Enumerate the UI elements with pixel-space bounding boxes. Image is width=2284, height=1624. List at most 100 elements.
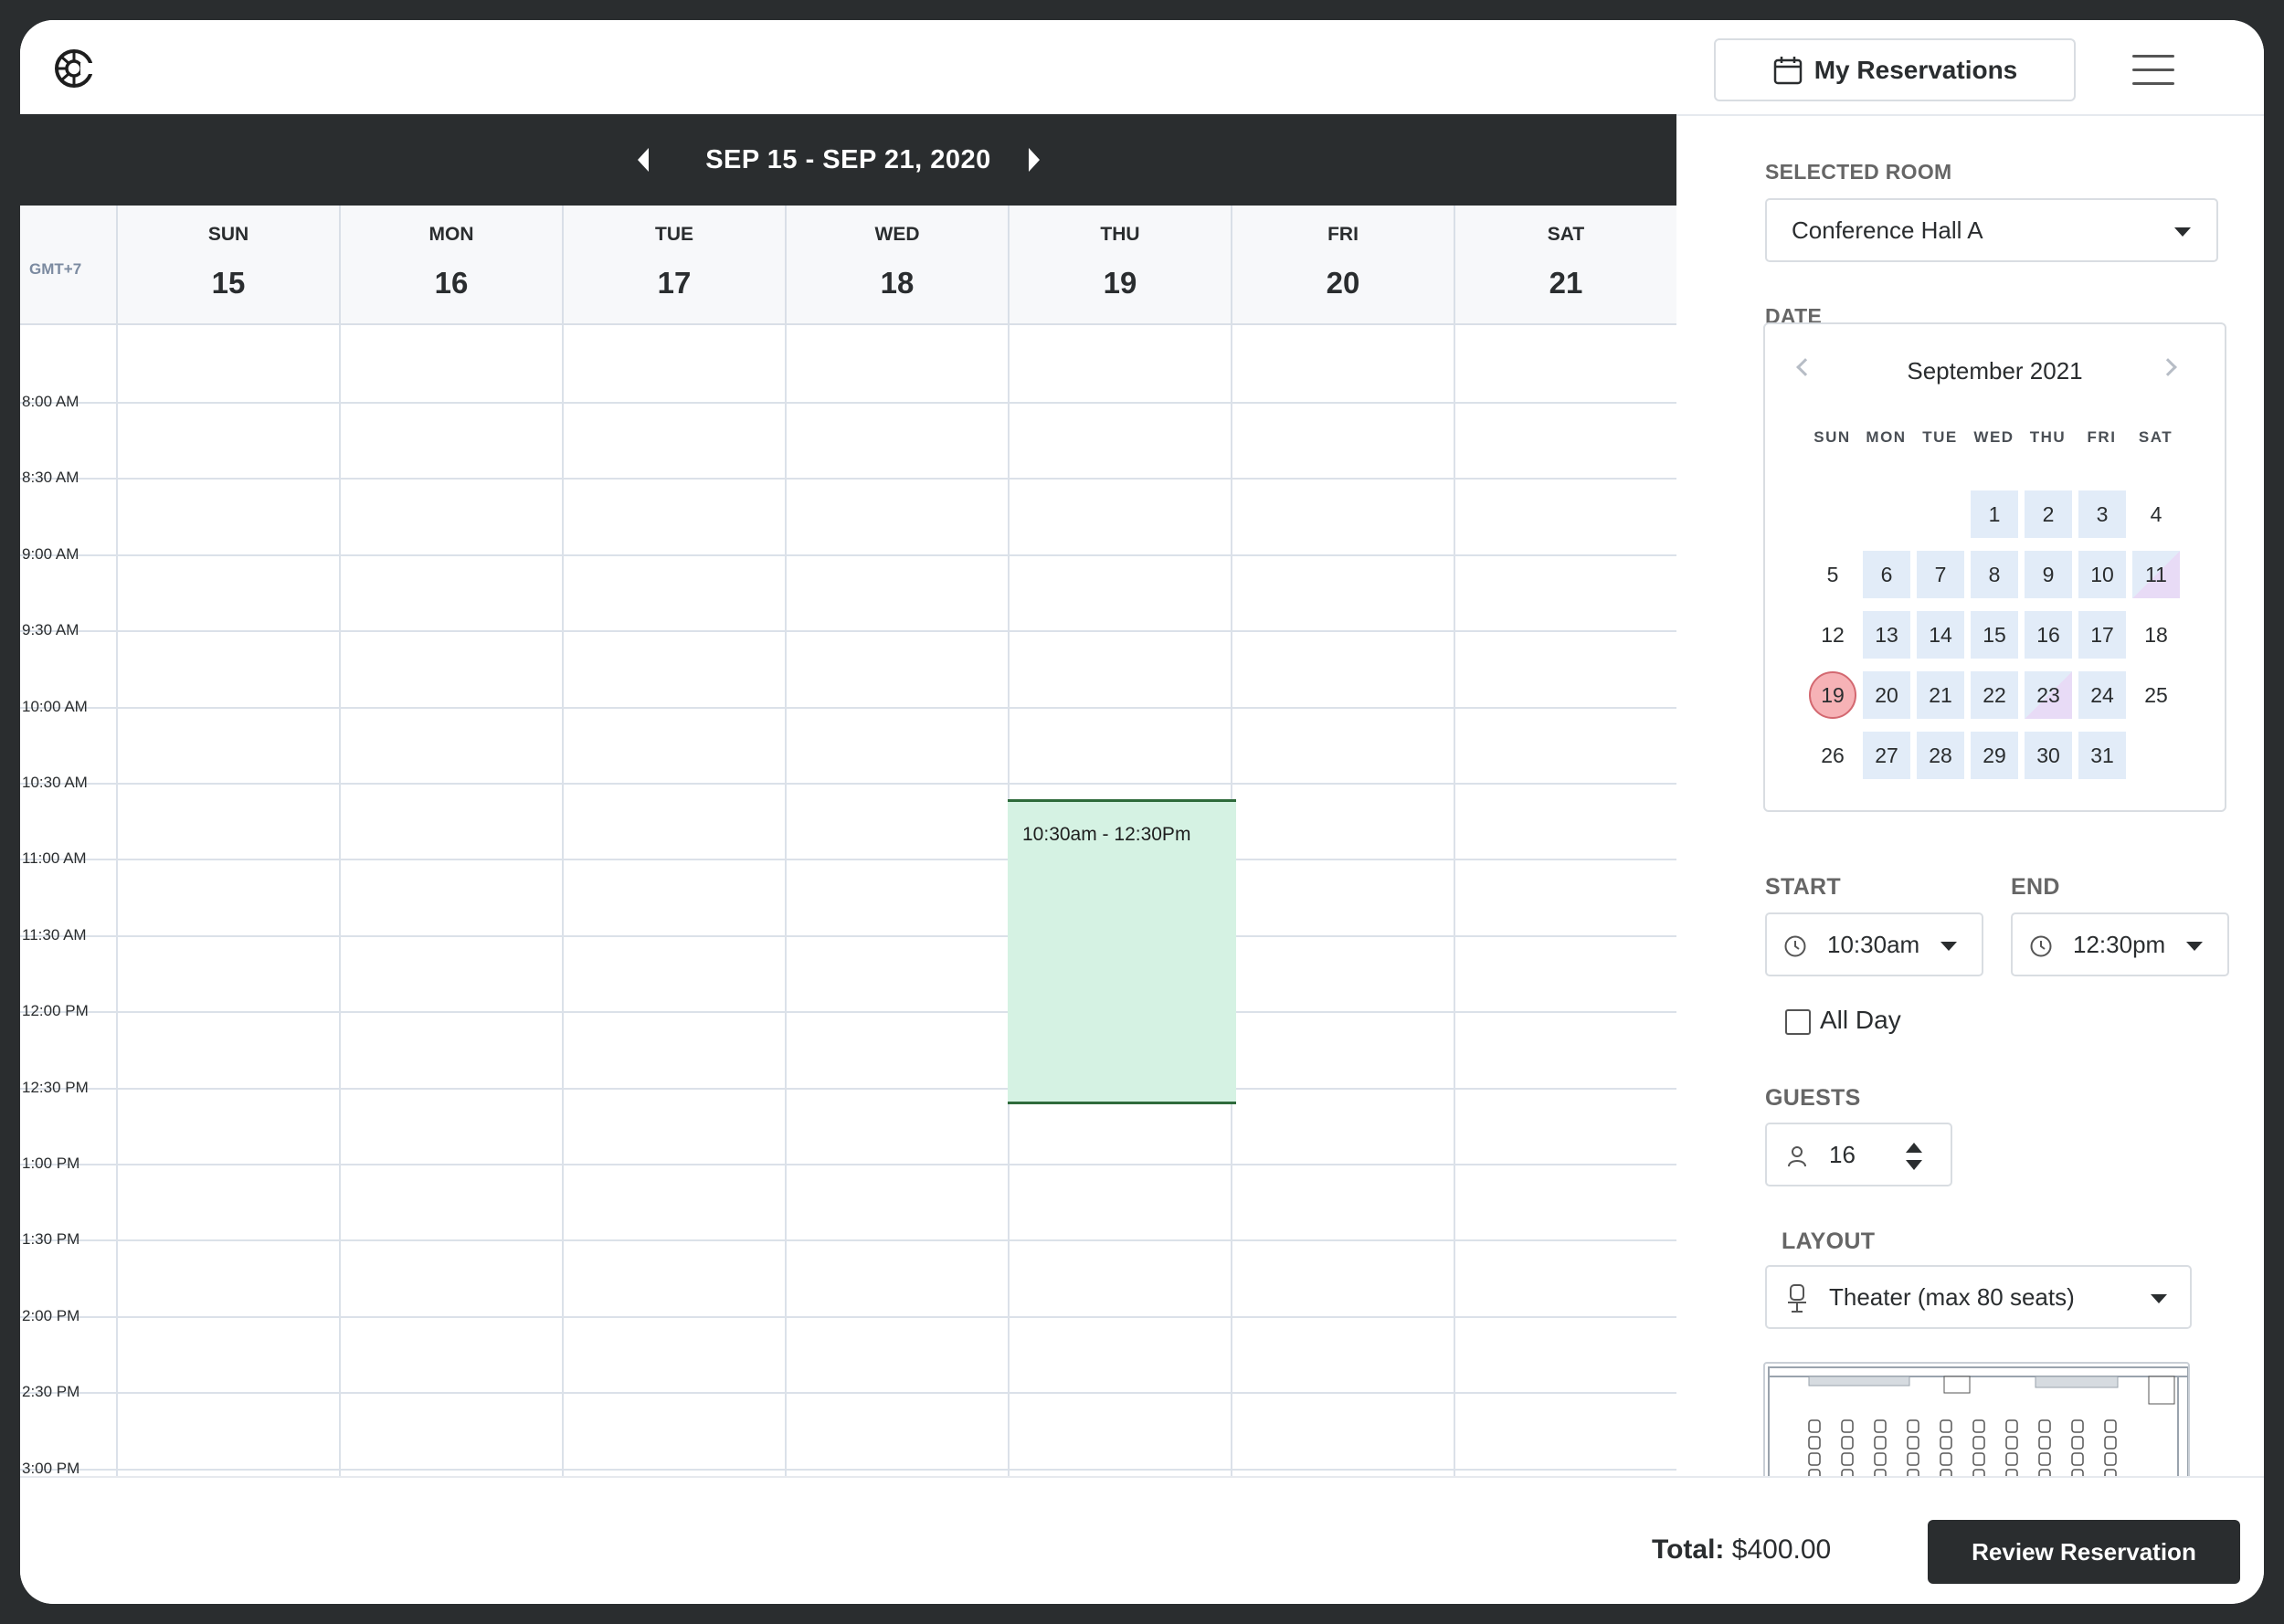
calendar-day[interactable]: 28 <box>1917 732 1964 779</box>
grid-row-line <box>20 859 1676 860</box>
weekday-header: THU <box>2029 428 2067 446</box>
menu-icon[interactable] <box>2132 51 2174 88</box>
start-time-value: 10:30am <box>1827 930 1920 958</box>
calendar-day-number: 22 <box>1983 682 2006 707</box>
calendar-icon <box>1773 56 1802 84</box>
end-label: END <box>2011 874 2060 900</box>
date-picker: September 2021 SUN MON TUE WED THU FRI SAT 1 2 3 4… <box>1763 322 2226 812</box>
time-label: 11:30 AM <box>22 926 87 944</box>
calendar-day[interactable]: 20 <box>1863 671 1910 719</box>
calendar-day[interactable]: 13 <box>1863 611 1910 659</box>
layout-select[interactable]: Theater (max 80 seats) <box>1765 1265 2192 1329</box>
calendar-day[interactable]: 21 <box>1917 671 1964 719</box>
grid-row-line <box>20 402 1676 404</box>
grid-row-line <box>20 1164 1676 1165</box>
stepper-arrows-icon[interactable] <box>1904 1141 1924 1172</box>
time-label: 8:30 AM <box>22 469 79 486</box>
calendar-day[interactable]: 11 <box>2132 551 2180 598</box>
calendar-day[interactable]: 31 <box>2078 732 2126 779</box>
calendar-day[interactable]: 2 <box>2025 490 2072 538</box>
reservation-event[interactable]: 10:30am - 12:30Pm <box>1008 799 1236 1104</box>
calendar-day[interactable]: 17 <box>2078 611 2126 659</box>
calendar-day[interactable]: 29 <box>1971 732 2018 779</box>
grid-row-line <box>20 1469 1676 1471</box>
start-label: START <box>1765 874 1841 900</box>
time-label: 12:30 PM <box>22 1079 89 1096</box>
room-select[interactable]: Conference Hall A <box>1765 198 2218 262</box>
start-time-select[interactable]: 10:30am <box>1765 912 1983 976</box>
calendar-day-number: 31 <box>2090 743 2114 767</box>
calendar-day[interactable]: 23 <box>2025 671 2072 719</box>
calendar-day-number: 15 <box>1983 622 2006 647</box>
calendar-day[interactable]: 26 <box>1809 732 1856 779</box>
grid-column-line <box>1454 325 1455 1476</box>
calendar-day-number: 2 <box>2042 501 2055 526</box>
all-day-checkbox[interactable] <box>1785 1009 1811 1035</box>
week-grid[interactable]: 8:00 AM 8:30 AM 9:00 AM 9:30 AM 10:00 AM 10:3… <box>20 325 1676 1476</box>
calendar-day[interactable]: 5 <box>1809 551 1856 598</box>
calendar-day[interactable]: 8 <box>1971 551 2018 598</box>
time-label: 10:00 AM <box>22 698 88 715</box>
time-label: 1:30 PM <box>22 1230 80 1248</box>
weekday-header: FRI <box>2087 428 2117 446</box>
calendar-day[interactable]: 9 <box>2025 551 2072 598</box>
review-reservation-button[interactable]: Review Reservation <box>1928 1520 2240 1584</box>
grid-row-line <box>20 707 1676 709</box>
calendar-day-number: 14 <box>1929 622 1952 647</box>
calendar-day[interactable]: 16 <box>2025 611 2072 659</box>
my-reservations-button[interactable]: My Reservations <box>1714 38 2076 101</box>
time-label: 11:00 AM <box>22 849 87 867</box>
grid-row-line <box>20 1392 1676 1394</box>
calendar-day[interactable]: 12 <box>1809 611 1856 659</box>
grid-row-line <box>20 935 1676 937</box>
calendar-day[interactable]: 3 <box>2078 490 2126 538</box>
calendar-day-number: 18 <box>2144 622 2168 647</box>
logo-icon[interactable] <box>53 47 95 90</box>
calendar-day[interactable]: 25 <box>2132 671 2180 719</box>
calendar-day-number: 13 <box>1875 622 1898 647</box>
calendar-day[interactable]: 10 <box>2078 551 2126 598</box>
calendar-day[interactable]: 4 <box>2132 490 2180 538</box>
calendar-day-number: 21 <box>1929 682 1952 707</box>
calendar-day-number: 17 <box>2090 622 2114 647</box>
calendar-day[interactable]: 30 <box>2025 732 2072 779</box>
footer-bar: Total: $400.00 Review Reservation <box>20 1476 2264 1604</box>
chevron-down-icon <box>1940 942 1957 951</box>
day-header-mon: MON 16 <box>339 206 562 325</box>
time-label: 9:30 AM <box>22 621 79 638</box>
end-time-select[interactable]: 12:30pm <box>2011 912 2229 976</box>
calendar-day[interactable]: 22 <box>1971 671 2018 719</box>
day-header-sun: SUN 15 <box>116 206 339 325</box>
my-reservations-label: My Reservations <box>1813 55 2018 84</box>
grid-row-line <box>20 1239 1676 1241</box>
calendar-day[interactable]: 24 <box>2078 671 2126 719</box>
calendar-day[interactable]: 18 <box>2132 611 2180 659</box>
calendar-day-number: 12 <box>1821 622 1845 647</box>
next-week-icon[interactable] <box>1029 148 1040 172</box>
layout-value: Theater (max 80 seats) <box>1829 1282 2075 1311</box>
selected-room-label: SELECTED ROOM <box>1765 160 1952 184</box>
calendar-day[interactable]: 15 <box>1971 611 2018 659</box>
guests-stepper[interactable]: 16 <box>1765 1123 1952 1186</box>
calendar-day[interactable]: 14 <box>1917 611 1964 659</box>
end-time-value: 12:30pm <box>2073 930 2166 958</box>
calendar-day-selected[interactable]: 19 <box>1809 671 1856 719</box>
calendar-day-number: 7 <box>1934 562 1947 586</box>
calendar-day[interactable]: 6 <box>1863 551 1910 598</box>
person-icon <box>1788 1146 1806 1167</box>
calendar-day-number: 6 <box>1880 562 1893 586</box>
calendar-day[interactable]: 27 <box>1863 732 1910 779</box>
calendar-day[interactable]: 7 <box>1917 551 1964 598</box>
calendar-day-number: 10 <box>2090 562 2114 586</box>
grid-row-line <box>20 630 1676 632</box>
calendar-day-number: 26 <box>1821 743 1845 767</box>
grid-column-line <box>116 325 118 1476</box>
calendar-day-number: 8 <box>1988 562 2001 586</box>
calendar-day-number: 20 <box>1875 682 1898 707</box>
day-header-tue: TUE 17 <box>562 206 785 325</box>
calendar-day[interactable]: 1 <box>1971 490 2018 538</box>
grid-column-line <box>785 325 787 1476</box>
week-navigation: SEP 15 - SEP 21, 2020 <box>20 114 1676 206</box>
calendar-day-number: 19 <box>1809 671 1856 719</box>
calendar-day-number: 16 <box>2036 622 2060 647</box>
